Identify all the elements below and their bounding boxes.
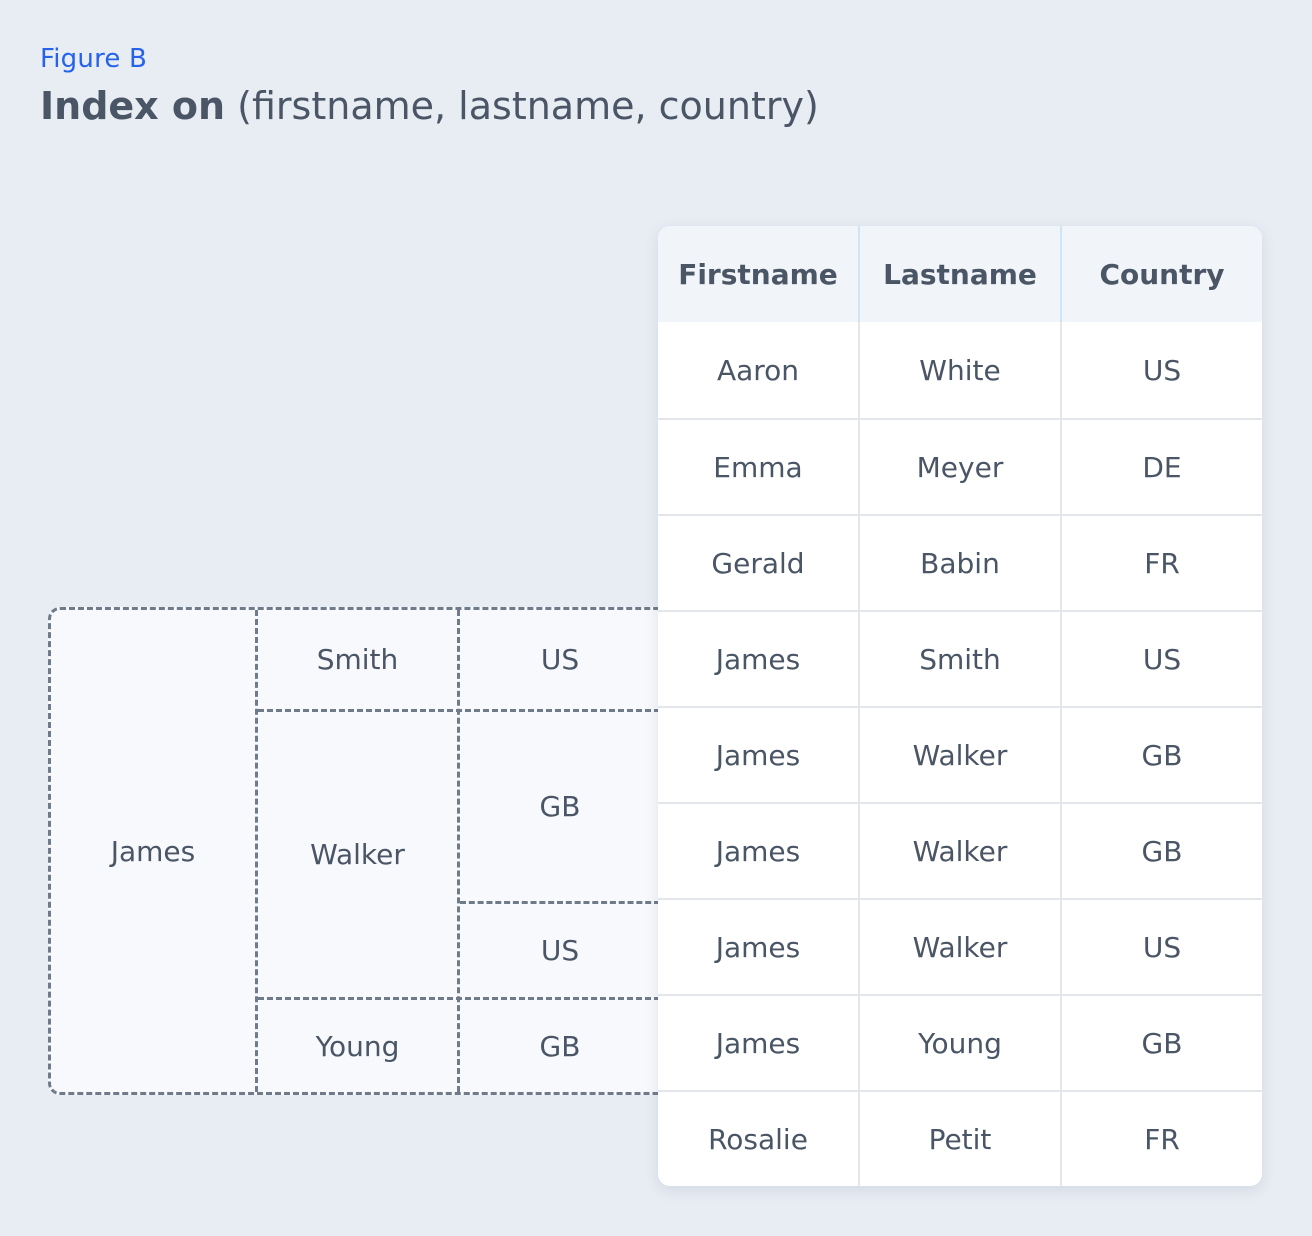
lastname-cell: Meyer — [858, 420, 1060, 514]
title-strong: Index on — [40, 84, 226, 128]
tree-country-node: GB — [539, 790, 581, 823]
firstname-cell: James — [715, 930, 801, 964]
table-header: Firstname Lastname Country — [658, 226, 1262, 322]
lastname-cell: Smith — [858, 612, 1060, 706]
table-row: James Walker GB — [658, 802, 1262, 898]
firstname-cell: Emma — [713, 450, 803, 484]
tree-firstname-node: James — [110, 834, 196, 868]
country-cell: US — [1060, 322, 1262, 418]
lastname-cell: Walker — [858, 708, 1060, 802]
tree-lastname-node: Young — [315, 1029, 400, 1063]
table-row: James Young GB — [658, 994, 1262, 1090]
firstname-cell: Gerald — [711, 546, 805, 580]
table-row: James Walker GB — [658, 706, 1262, 802]
country-cell: DE — [1060, 420, 1262, 514]
firstname-cell: James — [715, 642, 801, 676]
firstname-cell: James — [715, 738, 801, 772]
lastname-cell: Walker — [858, 900, 1060, 994]
figure-title: Index on (firstname, lastname, country) — [40, 84, 819, 128]
column-header-country: Country — [1060, 226, 1262, 322]
lastname-cell: Babin — [858, 516, 1060, 610]
index-tree: James Smith Walker Young US GB US GB — [48, 607, 660, 1095]
country-cell: GB — [1060, 996, 1262, 1090]
column-header-firstname: Firstname — [678, 257, 838, 291]
table-row: James Smith US — [658, 610, 1262, 706]
tree-country-node: GB — [539, 1029, 581, 1063]
table-row: Rosalie Petit FR — [658, 1090, 1262, 1186]
data-table: Firstname Lastname Country Aaron White U… — [658, 226, 1262, 1186]
country-cell: US — [1060, 900, 1262, 994]
lastname-cell: Walker — [858, 804, 1060, 898]
firstname-cell: James — [715, 1026, 801, 1060]
lastname-cell: Young — [858, 996, 1060, 1090]
title-rest: (firstname, lastname, country) — [237, 84, 819, 128]
table-row: Aaron White US — [658, 322, 1262, 418]
tree-lastname-node: Walker — [310, 838, 405, 871]
country-cell: FR — [1060, 516, 1262, 610]
column-header-lastname: Lastname — [858, 226, 1060, 322]
lastname-cell: White — [858, 322, 1060, 418]
tree-lastname-node: Smith — [316, 643, 399, 676]
firstname-cell: James — [715, 834, 801, 868]
table-row: James Walker US — [658, 898, 1262, 994]
country-cell: GB — [1060, 804, 1262, 898]
firstname-cell: Aaron — [716, 353, 800, 387]
table-row: Gerald Babin FR — [658, 514, 1262, 610]
tree-country-node: US — [540, 934, 580, 967]
country-cell: US — [1060, 612, 1262, 706]
table-row: Emma Meyer DE — [658, 418, 1262, 514]
firstname-cell: Rosalie — [708, 1122, 808, 1156]
tree-country-node: US — [540, 643, 580, 676]
country-cell: FR — [1060, 1092, 1262, 1186]
figure-label: Figure B — [40, 44, 148, 74]
lastname-cell: Petit — [858, 1092, 1060, 1186]
country-cell: GB — [1060, 708, 1262, 802]
